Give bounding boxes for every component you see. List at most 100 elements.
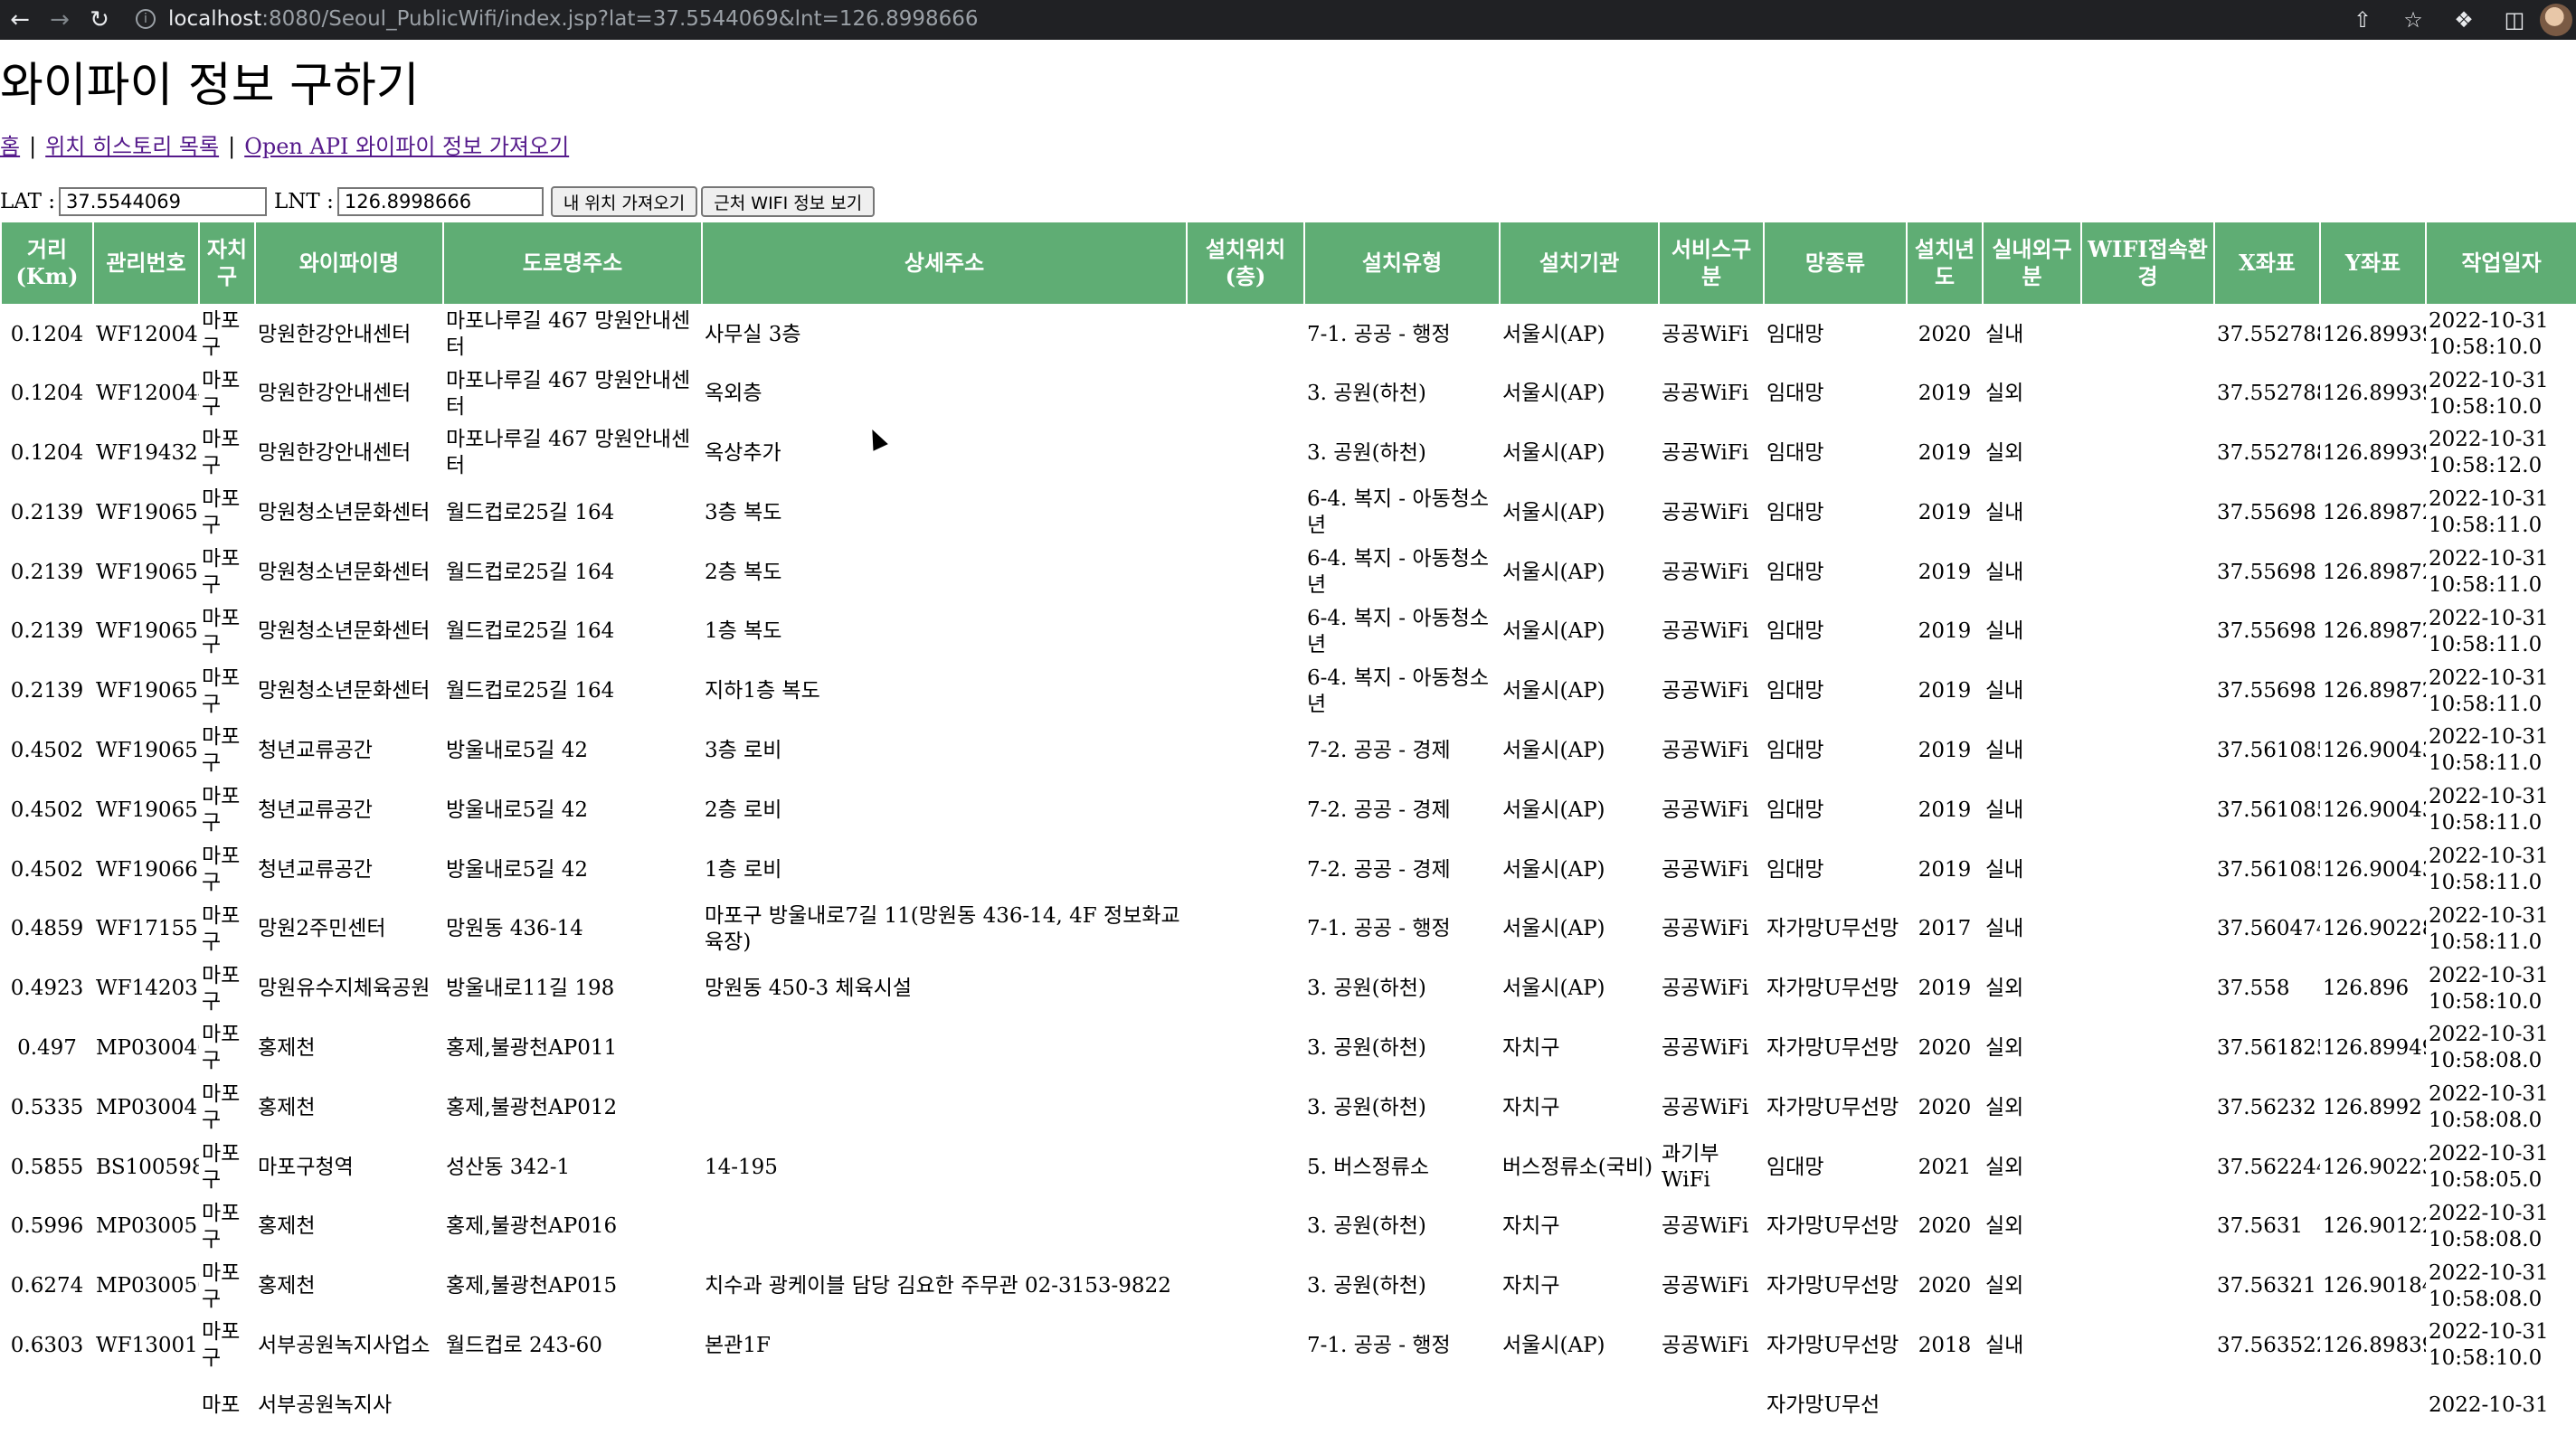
home-link[interactable]: 홈 xyxy=(0,134,20,159)
table-cell: WF171557 xyxy=(96,917,199,941)
back-icon[interactable]: ← xyxy=(0,0,40,40)
table-cell: 0.2139 xyxy=(10,560,84,584)
table-cell: 임대망 xyxy=(1766,857,1824,882)
table-cell: 2020 xyxy=(1918,1274,1972,1298)
open-api-link[interactable]: Open API 와이파이 정보 가져오기 xyxy=(244,134,569,159)
forward-icon[interactable]: → xyxy=(40,0,80,40)
table-cell: 마포구 xyxy=(202,309,241,360)
table-cell: 공공WiFi xyxy=(1662,798,1749,822)
table-cell: 실외 xyxy=(1985,440,2024,465)
table-cell: 126.89939 xyxy=(2323,322,2426,346)
table-cell: 마포구 xyxy=(202,1201,241,1251)
table-cell xyxy=(1187,1257,1304,1317)
table-cell: 실내 xyxy=(1985,917,2024,941)
table-cell: 자가망U무선망 xyxy=(1766,1214,1899,1239)
column-header: 상세주소 xyxy=(701,221,1188,306)
table-cell: 2022-10-31 10:58:05.0 xyxy=(2429,1142,2549,1193)
table-cell: 실외 xyxy=(1985,1274,2024,1298)
table-cell xyxy=(2081,959,2214,1019)
table-cell: 37.561085 xyxy=(2217,857,2320,882)
table-cell: 마포구 xyxy=(202,1260,241,1311)
table-cell: 37.561085 xyxy=(2217,798,2320,822)
lnt-input[interactable] xyxy=(336,187,544,216)
table-cell: WF190652 xyxy=(96,619,199,644)
table-cell: 3. 공원(하천) xyxy=(1307,1274,1426,1298)
reload-icon[interactable]: ↻ xyxy=(80,0,119,40)
column-header: X좌표 xyxy=(2213,221,2321,306)
table-cell xyxy=(2081,364,2214,424)
table-cell: WF142032 xyxy=(96,977,199,1001)
extensions-puzzle-icon[interactable]: ❖ xyxy=(2439,0,2489,40)
column-header: Y좌표 xyxy=(2319,221,2427,306)
table-row: 0.5335 MP030047마포구 홍제천 홍제,불광천AP012 3. 공원(하천)… xyxy=(1,1078,2576,1138)
table-cell: 월드컵로25길 164 xyxy=(446,500,615,524)
table-cell: 126.89839 xyxy=(2323,1333,2426,1357)
table-cell: 마포나루길 467 망원안내센터 xyxy=(446,428,691,478)
table-cell: 2022-10-31 10:58:11.0 xyxy=(2429,845,2549,895)
table-cell xyxy=(1187,1019,1304,1079)
table-cell: 126.90184 xyxy=(2323,1274,2426,1298)
table-cell: 서울시(AP) xyxy=(1502,382,1605,406)
table-cell xyxy=(1907,1375,1983,1435)
get-my-location-button[interactable]: 내 위치 가져오기 xyxy=(550,186,698,217)
table-row: 0.1204 WF194323마포구 망원한강안내센터 마포나루길 467 망원안내센… xyxy=(1,424,2576,484)
table-cell: 마포구 xyxy=(202,666,241,716)
table-cell xyxy=(2081,662,2214,722)
table-cell: 126.89939 xyxy=(2323,382,2426,406)
share-icon[interactable]: ⇧ xyxy=(2337,0,2388,40)
side-panel-icon[interactable]: ◫ xyxy=(2489,0,2540,40)
table-row: 0.2139 WF190650마포구 망원청소년문화센터 월드컵로25길 164 3층 … xyxy=(1,483,2576,543)
table-cell: 실내 xyxy=(1985,1333,2024,1357)
table-cell xyxy=(2081,1197,2214,1257)
table-cell: 망원2주민센터 xyxy=(258,917,386,941)
table-cell: MP030050 xyxy=(96,1274,199,1298)
nearby-wifi-button[interactable]: 근처 WIFI 정보 보기 xyxy=(701,186,876,217)
table-cell xyxy=(443,1375,702,1435)
table-cell: 0.5996 xyxy=(10,1214,84,1239)
profile-avatar[interactable] xyxy=(2540,4,2572,36)
lat-input[interactable] xyxy=(59,187,268,216)
table-cell xyxy=(2081,840,2214,900)
table-cell: WF190650 xyxy=(96,500,199,524)
site-info-icon[interactable]: i xyxy=(136,9,156,29)
table-cell: 7-1. 공공 - 행정 xyxy=(1307,1333,1451,1357)
table-cell: 2019 xyxy=(1918,679,1972,703)
table-row: 0.6274 MP030050마포구 홍제천 홍제,불광천AP015 치수과 광케이블 … xyxy=(1,1257,2576,1317)
table-cell: 임대망 xyxy=(1766,322,1824,346)
table-cell: 마포구 xyxy=(202,368,241,419)
table-cell: 홍제천 xyxy=(258,1035,316,1060)
table-row: 0.5855 BS100598 마포구 마포구청역 성산동 342-1 14-195 5. … xyxy=(1,1138,2576,1197)
table-cell xyxy=(1187,840,1304,900)
bookmark-star-icon[interactable]: ☆ xyxy=(2388,0,2439,40)
table-cell: 서울시(AP) xyxy=(1502,977,1605,1001)
address-bar[interactable]: i localhost:8080/Seoul_PublicWifi/index.… xyxy=(136,2,2343,36)
browser-toolbar: ← → ↻ i localhost:8080/Seoul_PublicWifi/… xyxy=(0,0,2576,40)
table-cell: 126.89872 xyxy=(2323,619,2426,644)
table-cell: 실외 xyxy=(1985,977,2024,1001)
table-cell: 0.2139 xyxy=(10,619,84,644)
table-cell: 0.6303 xyxy=(10,1333,84,1357)
table-cell: 2022-10-31 10:58:11.0 xyxy=(2429,487,2549,538)
table-cell: 2022-10-31 10:58:11.0 xyxy=(2429,785,2549,836)
history-link[interactable]: 위치 히스토리 목록 xyxy=(45,134,219,159)
table-cell: 망원한강안내센터 xyxy=(258,322,412,346)
table-cell xyxy=(1983,1375,2081,1435)
table-row: 0.6303 WF130015마포구 서부공원녹지사업소 월드컵로 243-60 본관1… xyxy=(1,1317,2576,1376)
table-cell: 청년교류공간 xyxy=(258,857,373,882)
table-cell: 홍제,불광천AP016 xyxy=(446,1214,618,1239)
table-cell: 2019 xyxy=(1918,440,1972,465)
column-header: 와이파이명 xyxy=(254,221,444,306)
table-cell: 임대망 xyxy=(1766,500,1824,524)
table-cell: 마포구청역 xyxy=(258,1155,354,1179)
table-cell xyxy=(1187,780,1304,840)
table-cell: 37.56321 xyxy=(2217,1274,2316,1298)
table-cell xyxy=(2081,483,2214,543)
table-cell: 2022-10-31 10:58:10.0 xyxy=(2429,368,2549,419)
table-cell: 2022-10-31 10:58:10.0 xyxy=(2429,1320,2549,1371)
column-header: 망종류 xyxy=(1763,221,1908,306)
column-header: 작업일자 xyxy=(2425,221,2576,306)
table-cell: 14-195 xyxy=(705,1155,778,1179)
table-cell: 37.552788 xyxy=(2217,440,2320,465)
table-cell xyxy=(2081,1317,2214,1376)
table-cell: 7-2. 공공 - 경제 xyxy=(1307,738,1451,762)
